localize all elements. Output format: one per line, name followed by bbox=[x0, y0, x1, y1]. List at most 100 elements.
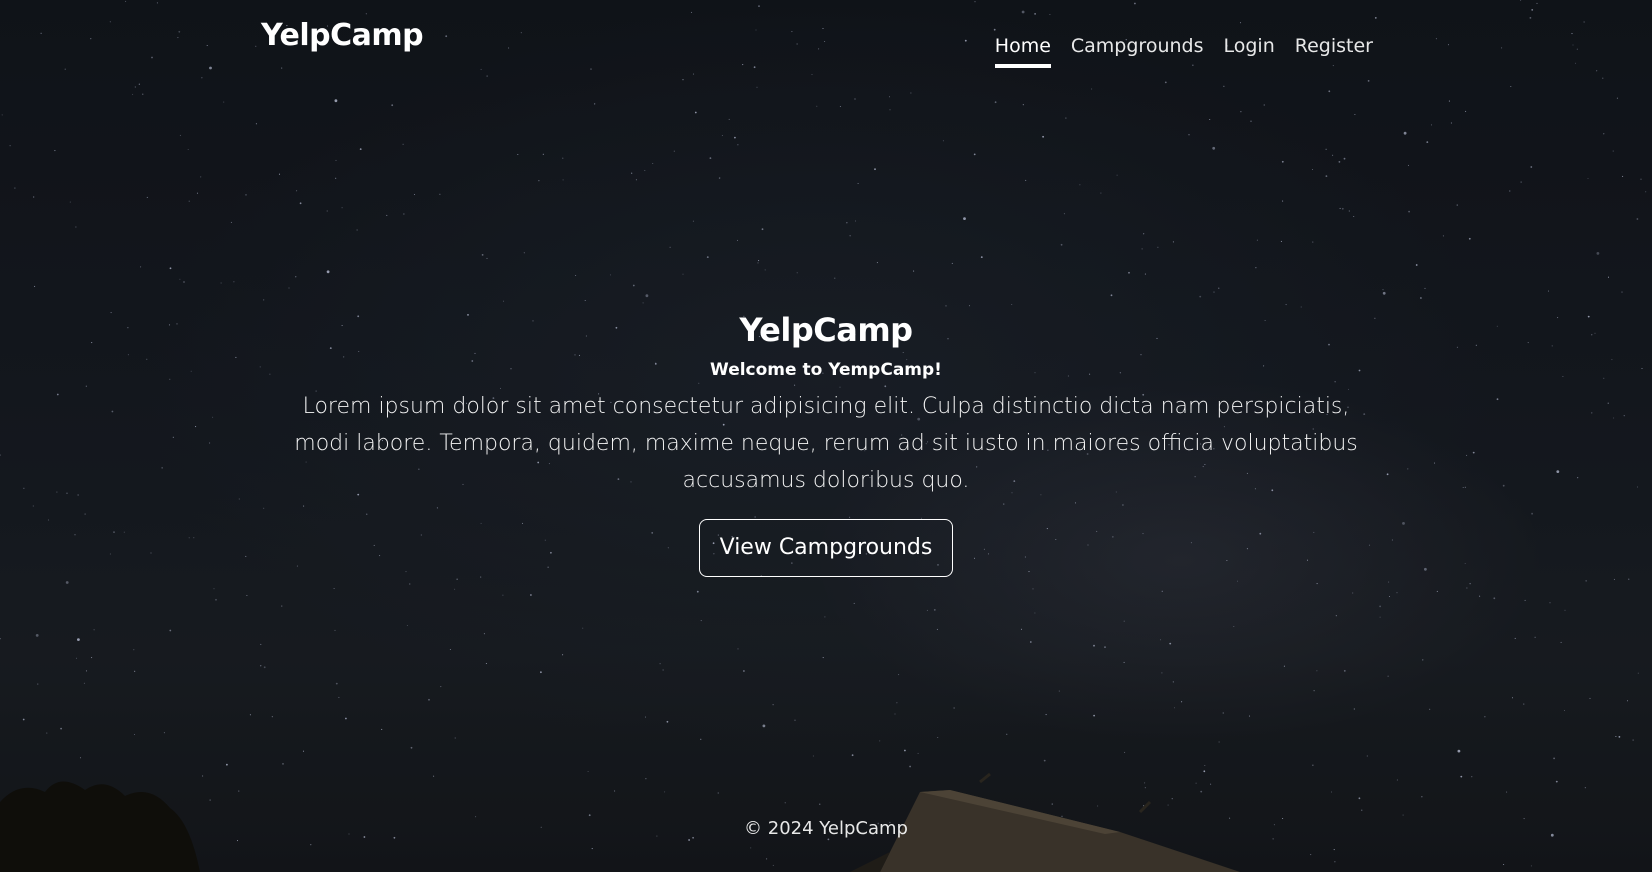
star-dot bbox=[1615, 735, 1617, 738]
star-dot bbox=[1029, 641, 1032, 643]
star-dot bbox=[278, 173, 281, 175]
star-dot bbox=[1204, 764, 1206, 767]
star-dot bbox=[933, 609, 936, 611]
star-dot bbox=[0, 454, 1, 456]
star-dot bbox=[1200, 790, 1203, 793]
star-dot bbox=[410, 746, 413, 749]
star-dot bbox=[772, 864, 774, 866]
nav-link-login[interactable]: Login bbox=[1224, 34, 1275, 68]
star-dot bbox=[1328, 90, 1331, 93]
star-dot bbox=[945, 305, 947, 307]
star-dot bbox=[1585, 580, 1587, 582]
star-dot bbox=[335, 159, 337, 161]
brand-logo[interactable]: YelpCamp bbox=[261, 18, 424, 53]
star-dot bbox=[127, 354, 129, 356]
star-dot bbox=[737, 648, 739, 650]
star-dot bbox=[454, 737, 456, 739]
star-dot bbox=[1594, 332, 1596, 334]
star-dot bbox=[1123, 661, 1125, 663]
star-dot bbox=[33, 196, 35, 198]
star-dot bbox=[1263, 104, 1265, 106]
star-dot bbox=[386, 214, 388, 216]
star-dot bbox=[1506, 791, 1508, 793]
star-dot bbox=[356, 229, 358, 231]
star-dot bbox=[1422, 659, 1424, 661]
star-dot bbox=[1591, 334, 1593, 336]
star-dot bbox=[1367, 80, 1370, 82]
star-dot bbox=[926, 609, 928, 611]
nav-link-home[interactable]: Home bbox=[994, 34, 1051, 68]
star-dot bbox=[1335, 615, 1337, 617]
star-dot bbox=[439, 193, 441, 195]
star-dot bbox=[1531, 512, 1533, 515]
star-dot bbox=[1563, 709, 1566, 712]
star-dot bbox=[37, 683, 39, 685]
star-dot bbox=[1616, 97, 1618, 99]
star-dot bbox=[1218, 741, 1220, 743]
star-dot bbox=[0, 802, 1, 804]
star-dot bbox=[562, 157, 564, 159]
star-dot bbox=[335, 177, 337, 179]
star-dot bbox=[721, 134, 723, 137]
nav-link-campgrounds[interactable]: Campgrounds bbox=[1071, 34, 1204, 68]
star-dot bbox=[1511, 697, 1514, 699]
star-dot bbox=[1456, 204, 1458, 206]
star-dot bbox=[246, 594, 248, 597]
star-dot bbox=[1144, 782, 1146, 784]
star-dot bbox=[1469, 583, 1471, 585]
star-dot bbox=[898, 674, 900, 676]
star-dot bbox=[939, 853, 942, 855]
star-dot bbox=[784, 802, 786, 804]
star-dot bbox=[709, 157, 712, 160]
star-dot bbox=[540, 671, 542, 674]
star-dot bbox=[1408, 210, 1410, 213]
star-dot bbox=[140, 266, 142, 268]
star-dot bbox=[391, 104, 394, 107]
star-dot bbox=[694, 111, 697, 114]
star-dot bbox=[1188, 134, 1190, 136]
star-dot bbox=[1613, 578, 1615, 580]
star-dot bbox=[1628, 578, 1630, 580]
star-dot bbox=[562, 179, 564, 181]
star-dot bbox=[188, 200, 190, 202]
star-dot bbox=[1310, 854, 1312, 856]
view-campgrounds-button[interactable]: View Campgrounds bbox=[698, 519, 954, 577]
star-dot bbox=[1343, 157, 1346, 160]
star-dot bbox=[1011, 303, 1013, 306]
star-dot bbox=[296, 190, 298, 192]
star-dot bbox=[980, 256, 983, 258]
star-dot bbox=[1016, 812, 1018, 815]
star-dot bbox=[757, 262, 759, 264]
star-dot bbox=[433, 775, 435, 777]
star-dot bbox=[236, 840, 239, 842]
star-dot bbox=[750, 847, 752, 849]
star-dot bbox=[664, 791, 666, 793]
star-dot bbox=[134, 86, 136, 88]
star-dot bbox=[260, 643, 262, 645]
star-dot bbox=[84, 513, 86, 515]
star-dot bbox=[1352, 592, 1354, 594]
star-dot bbox=[609, 274, 612, 276]
star-dot bbox=[1172, 241, 1174, 243]
star-dot bbox=[1388, 595, 1391, 598]
star-dot bbox=[485, 662, 487, 665]
star-dot bbox=[846, 222, 848, 224]
star-dot bbox=[212, 416, 214, 418]
star-dot bbox=[1514, 637, 1516, 639]
star-dot bbox=[673, 150, 675, 152]
star-dot bbox=[406, 624, 408, 627]
star-dot bbox=[682, 273, 684, 275]
star-dot bbox=[951, 262, 953, 264]
star-dot bbox=[259, 366, 261, 368]
star-dot bbox=[1093, 714, 1095, 717]
star-dot bbox=[169, 378, 171, 380]
star-dot bbox=[1124, 751, 1126, 753]
nav-link-register[interactable]: Register bbox=[1295, 34, 1373, 68]
star-dot bbox=[812, 755, 814, 757]
star-dot bbox=[1043, 759, 1046, 762]
star-dot bbox=[937, 736, 939, 739]
star-dot bbox=[1195, 782, 1197, 784]
star-dot bbox=[245, 194, 247, 196]
star-dot bbox=[1382, 289, 1384, 291]
star-dot bbox=[260, 665, 262, 667]
